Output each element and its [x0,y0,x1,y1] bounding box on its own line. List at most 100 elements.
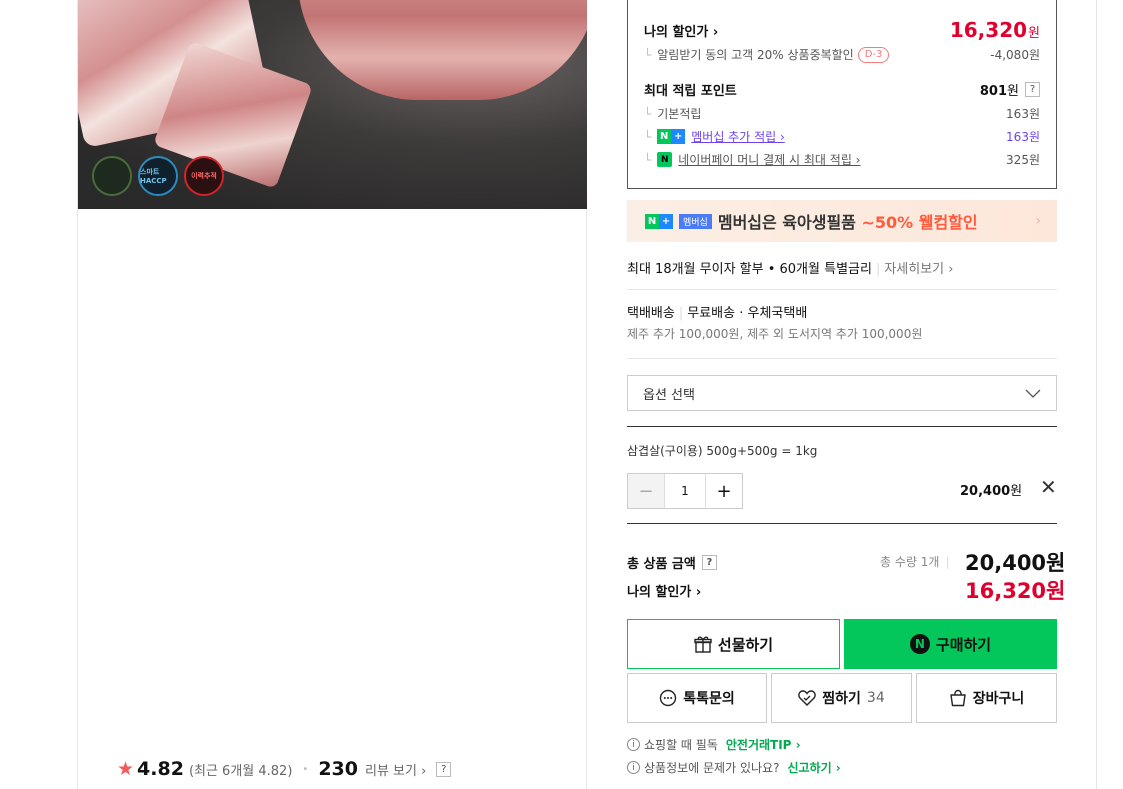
product-image[interactable]: 스마트 HACCP 이력추적 [78,0,587,209]
chevron-right-icon: › [1035,213,1041,229]
farm-badge-icon [92,156,132,196]
quantity-stepper: − 1 + [627,473,743,509]
help-icon[interactable]: ? [1025,82,1040,97]
help-icon[interactable]: ? [436,761,452,777]
quantity-value[interactable]: 1 [664,474,706,508]
heart-icon [798,690,817,706]
safety-info-text: 쇼핑할 때 필독 [644,738,718,752]
increase-button[interactable]: + [706,474,742,508]
discount-box: 나의 할인가 › 16,320원 └ 알림받기 동의 고객 20% 상품중복할인… [627,0,1057,189]
gift-icon [694,636,712,653]
npay-link[interactable]: 네이버페이 머니 결제 시 최대 적립 › [678,151,860,168]
delivery-info: 택배배송 | 무료배송 · 우체국택배 [627,302,807,321]
my-price-label[interactable]: 나의 할인가 › [644,21,718,40]
my-discount-price: 16,320원 [965,579,1066,603]
gift-button[interactable]: 선물하기 [627,619,840,669]
tree-line: └ [644,47,652,62]
meat-slice [298,0,587,100]
banner-text: 멤버십은 육아생필품 ~50% 웰컴할인 [718,209,978,233]
option-select-label: 옵션 선택 [643,387,695,403]
tree-line: └ [644,106,652,121]
basic-points-label: └ 기본적립 [644,105,701,122]
separator: | [678,306,684,321]
tree-line: └ [644,129,652,144]
close-icon[interactable]: ✕ [1040,477,1057,497]
d-day-badge: D-3 [857,46,890,63]
option-select[interactable]: 옵션 선택 [627,375,1057,411]
points-number: 801 [979,84,1008,99]
coupon-label: └ 알림받기 동의 고객 20% 상품중복할인 D-3 [644,46,890,63]
divider [627,426,1057,427]
delivery-extra-fee: 제주 추가 100,000원, 제주 외 도서지역 추가 100,000원 [627,327,923,341]
info-icon: i [627,738,640,751]
divider [627,358,1057,359]
review-count[interactable]: 230 [318,758,358,780]
divider [627,523,1057,524]
currency-unit: 원 [1010,484,1023,499]
currency-unit: 원 [1007,84,1019,99]
points-value-wrap: 801원 ? [980,80,1040,99]
total-label-text: 총 상품 금액 [627,557,696,572]
naver-plus-icon: N + [645,213,673,229]
delivery-carrier: · 우체국택배 [739,306,808,321]
buy-button-label: 구매하기 [935,635,992,654]
traceability-badge-icon: 이력추적 [184,156,224,196]
decrease-button[interactable]: − [628,474,664,508]
basic-points-row: └ 기본적립 163원 [644,105,1040,122]
membership-link[interactable]: 멤버십 추가 적립 › [691,128,785,145]
separator-dot: • [302,763,309,775]
report-info-row: i 상품정보에 문제가 있나요? 신고하기 › [627,759,841,776]
membership-points-value: 163원 [1006,130,1040,144]
rating-score: 4.82 [137,758,184,780]
cart-button[interactable]: 장바구니 [916,673,1057,723]
naver-pay-icon: N [909,634,930,654]
report-info-text: 상품정보에 문제가 있나요? [644,761,780,775]
cart-label: 장바구니 [972,691,1025,707]
plus-mark: + [659,213,673,229]
content-border [1096,0,1097,789]
buy-button[interactable]: N 구매하기 [844,619,1057,669]
total-price: 20,400원 [965,551,1066,575]
delivery-method: 택배배송 [627,306,675,321]
coupon-row: └ 알림받기 동의 고객 20% 상품중복할인 D-3 -4,080원 [644,46,1040,63]
tree-line: └ [644,152,652,167]
coupon-value: -4,080원 [990,48,1040,62]
chevron-down-icon [1025,389,1041,398]
report-link[interactable]: 신고하기 › [787,759,840,776]
separator: | [945,555,950,569]
safe-trade-tip-link[interactable]: 안전거래TIP › [726,736,801,753]
option-price: 20,400원 [960,480,1022,499]
total-label: 총 상품 금액 ? [627,553,717,572]
review-link[interactable]: 리뷰 보기 › [365,760,426,779]
wishlist-button[interactable]: 찜하기 34 [771,673,912,723]
option-price-value: 20,400 [960,484,1011,499]
star-icon: ★ [117,757,135,780]
chat-icon [660,689,677,707]
basic-points-text: 기본적립 [657,107,702,121]
talk-inquiry-button[interactable]: 톡톡문의 [627,673,767,723]
basic-points-value: 163원 [1006,107,1040,121]
my-price: 16,320원 [950,18,1040,42]
total-quantity: 총 수량 1개 | [880,553,953,570]
certification-badges: 스마트 HACCP 이력추적 [92,156,224,196]
installment-detail-link[interactable]: 자세히보기 › [884,262,953,277]
installment-info: 최대 18개월 무이자 할부 • 60개월 특별금리 | 자세히보기 › [627,258,953,277]
membership-banner[interactable]: N + 멤버십 멤버십은 육아생필품 ~50% 웰컴할인 › [627,200,1057,242]
rating-row: ★ 4.82 (최근 6개월 4.82) • 230 리뷰 보기 › ? [117,757,452,780]
selected-option-name: 삼겹살(구이용) 500g+500g = 1kg [627,444,818,458]
my-discount-label[interactable]: 나의 할인가 › [627,581,701,600]
separator: | [875,262,881,277]
shopping-bag-icon [950,689,966,707]
wishlist-count: 34 [866,690,885,706]
points-label: 최대 적립 포인트 [644,84,737,99]
n-mark: N [645,213,659,229]
banner-text-main: 멤버십은 육아생필품 [717,213,862,232]
help-icon[interactable]: ? [701,555,717,570]
membership-points-row: └ N + 멤버십 추가 적립 › 163원 [644,128,1040,145]
product-image-panel: 스마트 HACCP 이력추적 [77,0,587,789]
wishlist-label: 찜하기 [822,691,861,707]
gift-button-label: 선물하기 [717,635,774,654]
divider [627,289,1057,290]
coupon-text: 알림받기 동의 고객 20% 상품중복할인 [657,48,854,62]
talk-inquiry-label: 톡톡문의 [683,691,735,707]
